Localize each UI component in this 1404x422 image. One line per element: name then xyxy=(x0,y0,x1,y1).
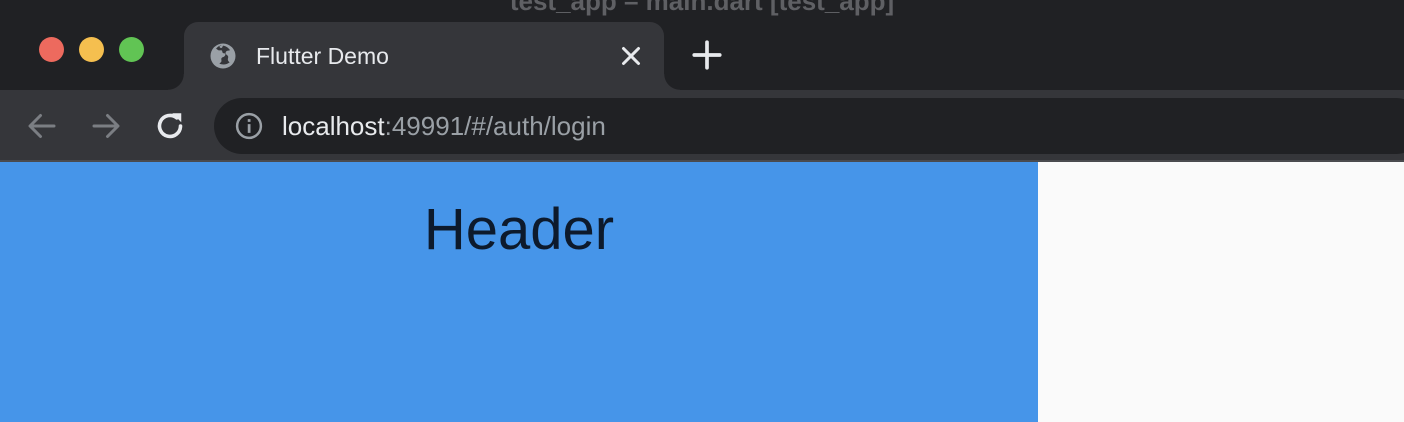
url-text[interactable]: localhost:49991/#/auth/login xyxy=(282,110,606,142)
url-host: localhost xyxy=(282,111,385,141)
browser-tab-active[interactable]: Flutter Demo xyxy=(168,22,680,90)
window-maximize-button[interactable] xyxy=(119,37,144,62)
tab-title: Flutter Demo xyxy=(256,43,389,69)
window-minimize-button[interactable] xyxy=(79,37,104,62)
arrow-left-icon[interactable] xyxy=(24,108,60,144)
window-title: test_app – main.dart [test_app] xyxy=(509,0,895,16)
url-path: :49991/#/auth/login xyxy=(384,111,606,141)
window-close-button[interactable] xyxy=(39,37,64,62)
browser-toolbar: localhost:49991/#/auth/login xyxy=(0,90,1404,162)
info-icon[interactable] xyxy=(234,111,264,141)
page-header-text: Header xyxy=(423,197,615,262)
page-viewport: Header xyxy=(0,162,1404,422)
close-icon[interactable] xyxy=(616,41,646,71)
address-bar[interactable]: localhost:49991/#/auth/login xyxy=(214,98,1404,154)
globe-icon xyxy=(210,43,236,69)
browser-title-bar: test_app – main.dart [test_app] Flutter … xyxy=(0,0,1404,90)
reload-icon[interactable] xyxy=(152,108,188,144)
plus-icon[interactable] xyxy=(690,38,724,72)
header-panel: Header xyxy=(0,162,1038,422)
arrow-right-icon[interactable] xyxy=(88,108,124,144)
